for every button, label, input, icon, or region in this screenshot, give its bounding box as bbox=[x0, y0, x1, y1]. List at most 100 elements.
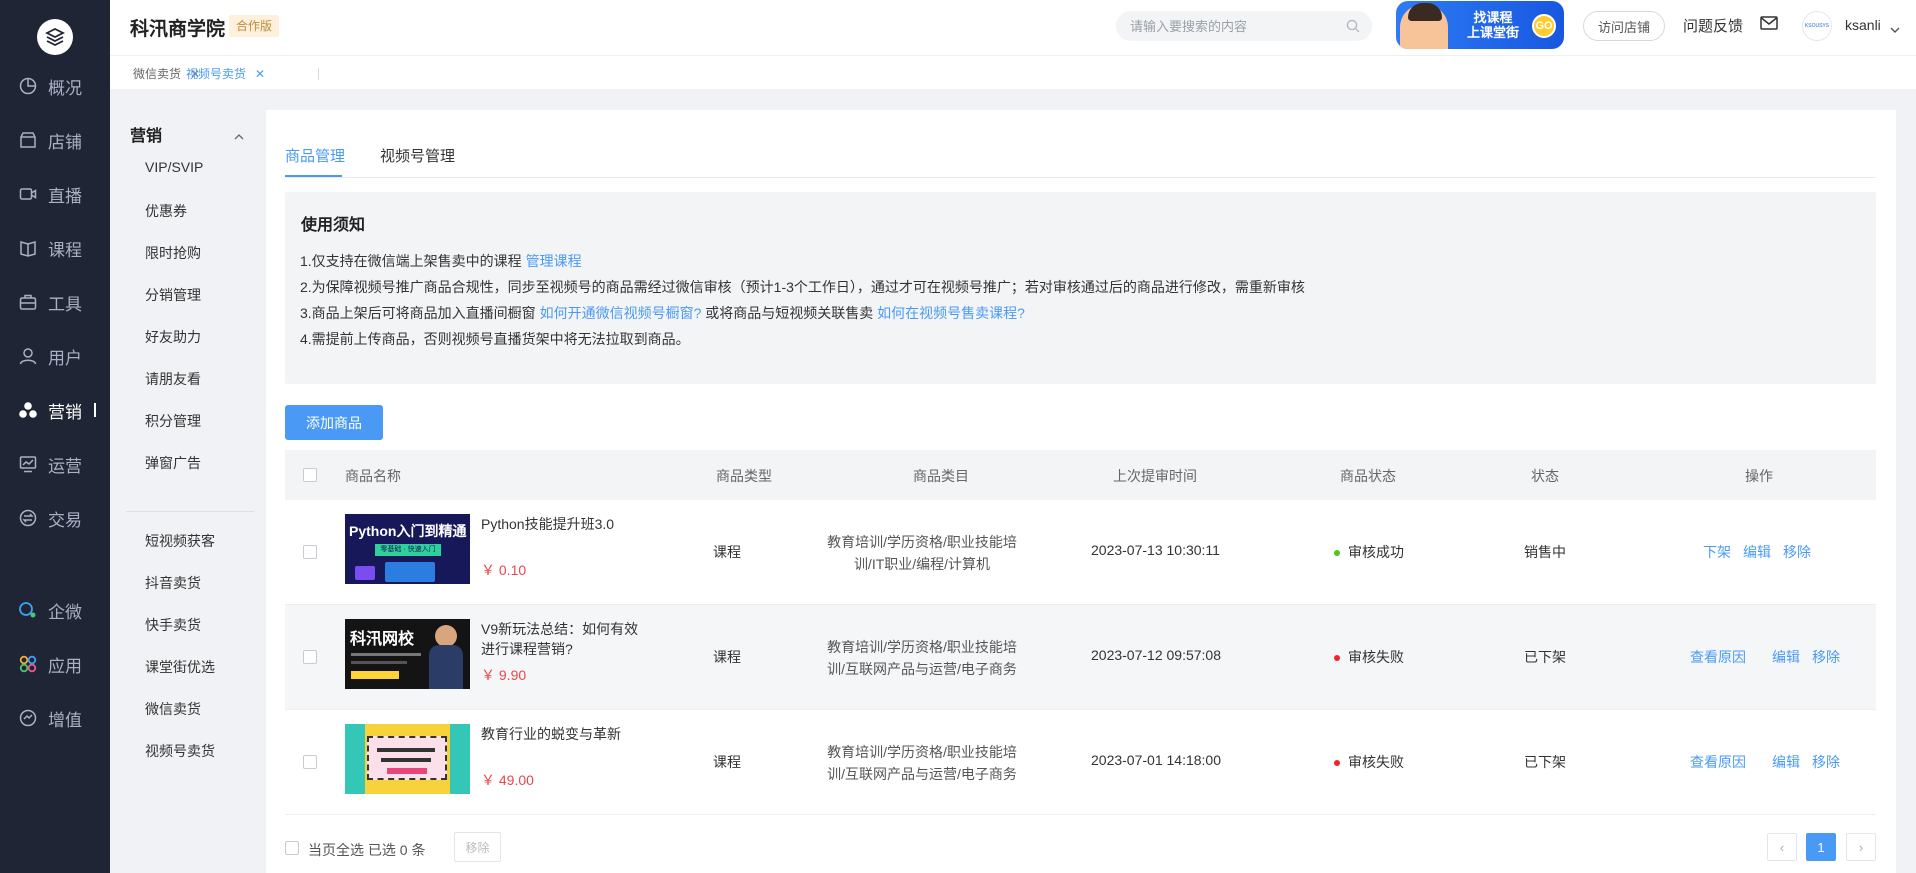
product-table: 商品名称 商品类型 商品类目 上次提审时间 商品状态 状态 操作 Python入… bbox=[285, 450, 1876, 815]
add-product-button[interactable]: 添加商品 bbox=[285, 405, 383, 440]
row-checkbox[interactable] bbox=[303, 755, 317, 769]
rail-item-marketing[interactable]: 营销 bbox=[0, 390, 110, 430]
tab-product-management[interactable]: 商品管理 bbox=[285, 145, 345, 166]
sell-course-help-link[interactable]: 如何在视频号售卖课程? bbox=[877, 305, 1025, 321]
rail-item-operation[interactable]: 运营 bbox=[0, 444, 110, 484]
select-all-checkbox[interactable] bbox=[303, 468, 317, 482]
submenu-item[interactable]: 快手卖货 bbox=[145, 615, 201, 635]
rail-item-course[interactable]: 课程 bbox=[0, 228, 110, 268]
col-actions: 操作 bbox=[1745, 468, 1773, 484]
bulk-remove-button[interactable]: 移除 bbox=[454, 832, 501, 862]
prev-page-button[interactable]: ‹ bbox=[1767, 833, 1797, 861]
wecom-icon bbox=[18, 600, 38, 620]
submenu-item[interactable]: 抖音卖货 bbox=[145, 573, 201, 593]
submenu-item[interactable]: 弹窗广告 bbox=[145, 453, 201, 473]
search-input[interactable] bbox=[1116, 11, 1336, 41]
rail-item-label: 增值 bbox=[48, 710, 82, 730]
delist-link[interactable]: 下架 bbox=[1703, 542, 1731, 562]
submenu-item[interactable]: 课堂街优选 bbox=[145, 657, 215, 677]
product-thumbnail[interactable]: Python入门到精通 零基础 · 快速入门 bbox=[345, 514, 470, 584]
edit-link[interactable]: 编辑 bbox=[1772, 752, 1800, 772]
remove-link[interactable]: 移除 bbox=[1783, 542, 1811, 562]
edit-link[interactable]: 编辑 bbox=[1772, 647, 1800, 667]
submenu-title[interactable]: 营销 bbox=[130, 122, 162, 146]
open-window-help-link[interactable]: 如何开通微信视频号橱窗? bbox=[540, 305, 702, 321]
remove-link[interactable]: 移除 bbox=[1812, 752, 1840, 772]
product-name[interactable]: Python技能提升班3.0 bbox=[481, 514, 646, 534]
rail-item-trade[interactable]: 交易 bbox=[0, 498, 110, 538]
rail-item-value-added[interactable]: 增值 bbox=[0, 698, 110, 738]
store-icon bbox=[18, 130, 38, 150]
col-product-type: 商品类型 bbox=[716, 468, 772, 484]
audit-status: 审核成功 bbox=[1334, 542, 1404, 562]
notice-line-4: 4.需提前上传商品，否则视频号直播货架中将无法拉取到商品。 bbox=[300, 331, 690, 347]
apps-icon bbox=[18, 654, 38, 674]
notice-line-2: 2.为保障视频号推广商品合规性，同步至视频号的商品需经过微信审核（预计1-3个工… bbox=[300, 279, 1305, 295]
product-thumbnail[interactable]: 科汛网校 bbox=[345, 619, 470, 689]
table-row: Python入门到精通 零基础 · 快速入门 Python技能提升班3.0 ￥ 0.1… bbox=[285, 500, 1876, 605]
submenu-item[interactable]: 优惠券 bbox=[145, 201, 187, 221]
visit-store-button[interactable]: 访问店铺 bbox=[1583, 11, 1665, 41]
row-checkbox[interactable] bbox=[303, 650, 317, 664]
trade-icon bbox=[18, 508, 38, 528]
page-number-button[interactable]: 1 bbox=[1806, 833, 1836, 861]
rail-item-store[interactable]: 店铺 bbox=[0, 120, 110, 160]
product-price: ￥ 0.10 bbox=[481, 562, 527, 578]
promo-line-1: 找课程 bbox=[1473, 10, 1513, 25]
notice-line-3: 3.商品上架后可将商品加入直播间橱窗 如何开通微信视频号橱窗? 或将商品与短视频… bbox=[300, 305, 1025, 321]
submenu-item[interactable]: 积分管理 bbox=[145, 411, 201, 431]
search-icon[interactable] bbox=[1346, 19, 1360, 36]
page-tag-label: 视频号卖货 bbox=[186, 67, 247, 81]
chevron-up-icon[interactable] bbox=[234, 127, 244, 143]
audit-status: 审核失败 bbox=[1334, 647, 1404, 667]
remove-link[interactable]: 移除 bbox=[1812, 647, 1840, 667]
rail-item-wecom[interactable]: 企微 bbox=[0, 590, 110, 630]
app-logo-icon[interactable] bbox=[37, 19, 73, 55]
submenu-item[interactable]: 分销管理 bbox=[145, 285, 201, 305]
submenu-item[interactable]: 短视频获客 bbox=[145, 531, 215, 551]
notice-line-1: 1.仅支持在微信端上架售卖中的课程 管理课程 bbox=[300, 253, 582, 269]
manage-course-link[interactable]: 管理课程 bbox=[526, 253, 582, 269]
rail-item-live[interactable]: 直播 bbox=[0, 174, 110, 214]
rail-item-label: 交易 bbox=[48, 510, 82, 530]
toolbox-icon bbox=[18, 292, 38, 312]
live-icon bbox=[18, 184, 38, 204]
status-dot-icon bbox=[1334, 655, 1340, 662]
mail-icon[interactable] bbox=[1760, 15, 1778, 34]
rail-item-overview[interactable]: 概况 bbox=[0, 66, 110, 106]
edit-link[interactable]: 编辑 bbox=[1743, 542, 1771, 562]
col-product-status: 商品状态 bbox=[1340, 468, 1396, 484]
submenu-item[interactable]: VIP/SVIP bbox=[145, 159, 203, 175]
product-category: 教育培训/学历资格/职业技能培训/互联网产品与运营/电子商务 bbox=[827, 744, 1017, 782]
submenu-item[interactable]: 限时抢购 bbox=[145, 243, 201, 263]
tab-channels-management[interactable]: 视频号管理 bbox=[380, 145, 455, 166]
username[interactable]: ksanli bbox=[1845, 17, 1881, 33]
submenu-item[interactable]: 视频号卖货 bbox=[145, 741, 215, 761]
view-reason-link[interactable]: 查看原因 bbox=[1690, 647, 1746, 667]
rail-item-label: 运营 bbox=[48, 456, 82, 476]
rail-item-toolbox[interactable]: 工具 bbox=[0, 282, 110, 322]
product-name[interactable]: V9新玩法总结：如何有效进行课程营销? bbox=[481, 619, 646, 659]
close-icon[interactable]: ✕ bbox=[255, 67, 265, 81]
status-dot-icon bbox=[1334, 760, 1340, 767]
feedback-link[interactable]: 问题反馈 bbox=[1683, 15, 1743, 36]
chevron-down-icon[interactable] bbox=[1890, 20, 1900, 36]
rail-item-user[interactable]: 用户 bbox=[0, 336, 110, 376]
marketing-icon bbox=[18, 400, 38, 420]
product-name[interactable]: 教育行业的蜕变与革新 bbox=[481, 724, 646, 744]
rail-item-label: 营销 bbox=[48, 402, 82, 422]
col-last-submit-time: 上次提审时间 bbox=[1113, 468, 1197, 484]
rail-item-apps[interactable]: 应用 bbox=[0, 644, 110, 684]
page-tag-channels-sales[interactable]: 视频号卖货 ✕ bbox=[186, 65, 265, 82]
table-footer: 当页全选 已选 0 条 移除 ‹ 1 › bbox=[285, 832, 1876, 864]
next-page-button[interactable]: › bbox=[1846, 833, 1876, 861]
submenu-item[interactable]: 好友助力 bbox=[145, 327, 201, 347]
avatar[interactable]: KSOUSYS bbox=[1802, 11, 1832, 41]
promo-banner[interactable]: 找课程 上课堂街 GO bbox=[1396, 1, 1564, 49]
submenu-item[interactable]: 微信卖货 bbox=[145, 699, 201, 719]
row-checkbox[interactable] bbox=[303, 545, 317, 559]
submenu-item[interactable]: 请朋友看 bbox=[145, 369, 201, 389]
page-select-all-checkbox[interactable] bbox=[285, 841, 299, 855]
product-thumbnail[interactable] bbox=[345, 724, 470, 794]
view-reason-link[interactable]: 查看原因 bbox=[1690, 752, 1746, 772]
